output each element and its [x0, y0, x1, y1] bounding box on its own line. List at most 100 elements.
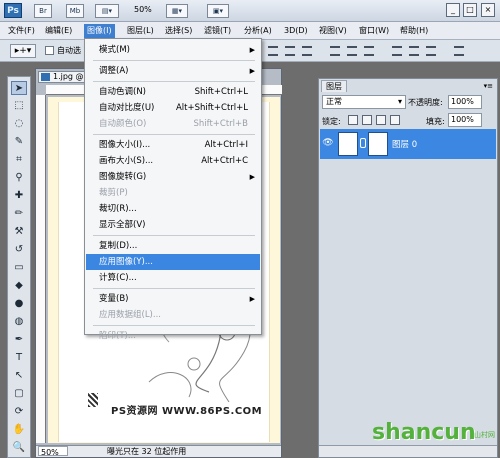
menu-item-label: 陷印(T)...	[99, 331, 136, 341]
menu-item-shortcut: Alt+Ctrl+I	[204, 140, 248, 150]
clone-stamp-tool-icon[interactable]: ⚒	[11, 225, 27, 239]
blur-tool-icon[interactable]: ●	[11, 297, 27, 311]
path-selection-tool-icon[interactable]: ↖	[11, 369, 27, 383]
hand-tool-icon[interactable]: ✋	[11, 423, 27, 437]
lock-pixels-icon[interactable]	[362, 115, 372, 125]
status-info[interactable]: 曝光只在 32 位起作用	[107, 446, 186, 457]
crop-tool-icon[interactable]: ⌗	[11, 153, 27, 167]
brush-tool-icon[interactable]: ✏	[11, 207, 27, 221]
lasso-tool-icon[interactable]: ◌	[11, 117, 27, 131]
document-status-bar: 50% 曝光只在 32 位起作用	[36, 445, 281, 457]
image-menu-item[interactable]: 计算(C)...	[86, 270, 260, 286]
panel-menu-icon[interactable]: ▾≡	[484, 82, 493, 90]
image-menu-item[interactable]: 图像旋转(G) ▶	[86, 169, 260, 185]
image-menu-item[interactable]: 变量(B) ▶	[86, 291, 260, 307]
image-menu-item: 自动颜色(O) Shift+Ctrl+B	[86, 116, 260, 132]
marquee-tool-icon[interactable]: ⬚	[11, 99, 27, 113]
blend-mode-value: 正常	[326, 97, 342, 106]
pen-tool-icon[interactable]: ✒	[11, 333, 27, 347]
eraser-tool-icon[interactable]: ▭	[11, 261, 27, 275]
auto-select-checkbox[interactable]	[45, 46, 54, 55]
distribute-bottom-icon[interactable]	[364, 46, 374, 56]
document-zoom-field[interactable]: 50%	[38, 446, 68, 457]
image-menu-item[interactable]: 画布大小(S)... Alt+Ctrl+C	[86, 153, 260, 169]
link-chain-icon[interactable]	[360, 138, 366, 148]
distribute-right-icon[interactable]	[426, 46, 436, 56]
quick-select-tool-icon[interactable]: ✎	[11, 135, 27, 149]
distribute-left-icon[interactable]	[392, 46, 402, 56]
layers-tab[interactable]: 图层	[321, 80, 347, 92]
shape-tool-icon[interactable]: ▢	[11, 387, 27, 401]
bridge-button[interactable]: Br	[34, 4, 52, 18]
image-menu-item[interactable]: 应用图像(Y)...	[86, 254, 260, 270]
image-menu-item[interactable]: 裁切(R)...	[86, 201, 260, 217]
lock-position-icon[interactable]	[376, 115, 386, 125]
menu-item-label: 裁切(R)...	[99, 204, 137, 214]
lock-transparency-icon[interactable]	[348, 115, 358, 125]
image-menu-item[interactable]: 自动对比度(U) Alt+Shift+Ctrl+L	[86, 100, 260, 116]
image-menu-item: 裁剪(P)	[86, 185, 260, 201]
submenu-arrow-icon: ▶	[249, 67, 255, 75]
menu-image[interactable]: 图像(I)	[84, 24, 115, 38]
opacity-label: 不透明度:	[408, 98, 443, 107]
maximize-icon[interactable]: □	[463, 3, 477, 17]
move-tool-icon[interactable]: ➤	[11, 81, 27, 95]
close-icon[interactable]: ×	[481, 3, 495, 17]
arrange-documents-button[interactable]: ▦▾	[166, 4, 188, 18]
image-menu-item[interactable]: 复制(D)...	[86, 238, 260, 254]
menu-3d[interactable]: 3D(D)	[281, 24, 311, 38]
align-vcenter-icon[interactable]	[285, 46, 295, 56]
menu-view[interactable]: 视图(V)	[316, 24, 350, 38]
type-tool-icon[interactable]: T	[11, 351, 27, 365]
layer-thumbnail[interactable]	[338, 132, 358, 156]
menu-item-label: 自动颜色(O)	[99, 119, 147, 129]
fill-field[interactable]: 100%	[448, 113, 482, 127]
align-top-icon[interactable]	[268, 46, 278, 56]
menu-layer[interactable]: 图层(L)	[124, 24, 157, 38]
auto-select-label: 自动选	[57, 46, 81, 55]
zoom-level[interactable]: 50%	[134, 5, 152, 14]
layer-row[interactable]: 👁 图层 0	[320, 129, 496, 159]
mini-bridge-button[interactable]: Mb	[66, 4, 84, 18]
menu-filter[interactable]: 滤镜(T)	[201, 24, 234, 38]
menu-select[interactable]: 选择(S)	[162, 24, 195, 38]
history-brush-tool-icon[interactable]: ↺	[11, 243, 27, 257]
layer-mask-thumbnail[interactable]	[368, 132, 388, 156]
image-menu-item: 陷印(T)...	[86, 328, 260, 344]
image-menu-item[interactable]: 自动色调(N) Shift+Ctrl+L	[86, 84, 260, 100]
lock-all-icon[interactable]	[390, 115, 400, 125]
image-menu-item[interactable]: 调整(A) ▶	[86, 63, 260, 79]
view-extras-button[interactable]: ▤▾	[95, 4, 119, 18]
eyedropper-tool-icon[interactable]: ⚲	[11, 171, 27, 185]
move-tool-preset-picker[interactable]: ▸+▾	[10, 44, 36, 58]
menu-file[interactable]: 文件(F)	[5, 24, 38, 38]
visibility-eye-icon[interactable]: 👁	[322, 137, 334, 149]
image-menu-item[interactable]: 图像大小(I)... Alt+Ctrl+I	[86, 137, 260, 153]
3d-rotate-tool-icon[interactable]: ⟳	[11, 405, 27, 419]
menu-window[interactable]: 窗口(W)	[356, 24, 392, 38]
distribute-vcenter-icon[interactable]	[347, 46, 357, 56]
screen-mode-button[interactable]: ▣▾	[207, 4, 229, 18]
submenu-arrow-icon: ▶	[249, 295, 255, 303]
healing-brush-tool-icon[interactable]: ✚	[11, 189, 27, 203]
distribute-hcenter-icon[interactable]	[409, 46, 419, 56]
menu-analysis[interactable]: 分析(A)	[241, 24, 275, 38]
auto-align-icon[interactable]	[454, 46, 464, 56]
align-bottom-icon[interactable]	[302, 46, 312, 56]
vertical-ruler[interactable]	[36, 95, 46, 443]
layer-name[interactable]: 图层 0	[392, 138, 417, 150]
zoom-tool-icon[interactable]: 🔍	[11, 441, 27, 455]
image-menu-item[interactable]: 模式(M) ▶	[86, 42, 260, 58]
document-tab-label: 1.jpg @	[53, 72, 84, 81]
minimize-icon[interactable]: _	[446, 3, 460, 17]
image-menu-item[interactable]: 显示全部(V)	[86, 217, 260, 233]
menu-help[interactable]: 帮助(H)	[397, 24, 431, 38]
menu-item-shortcut: Shift+Ctrl+L	[194, 87, 248, 97]
menu-item-label: 计算(C)...	[99, 273, 137, 283]
paint-bucket-tool-icon[interactable]: ◆	[11, 279, 27, 293]
opacity-field[interactable]: 100%	[448, 95, 482, 109]
dodge-tool-icon[interactable]: ◍	[11, 315, 27, 329]
distribute-top-icon[interactable]	[330, 46, 340, 56]
blend-mode-select[interactable]: 正常 ▾	[322, 95, 406, 109]
menu-edit[interactable]: 编辑(E)	[42, 24, 75, 38]
